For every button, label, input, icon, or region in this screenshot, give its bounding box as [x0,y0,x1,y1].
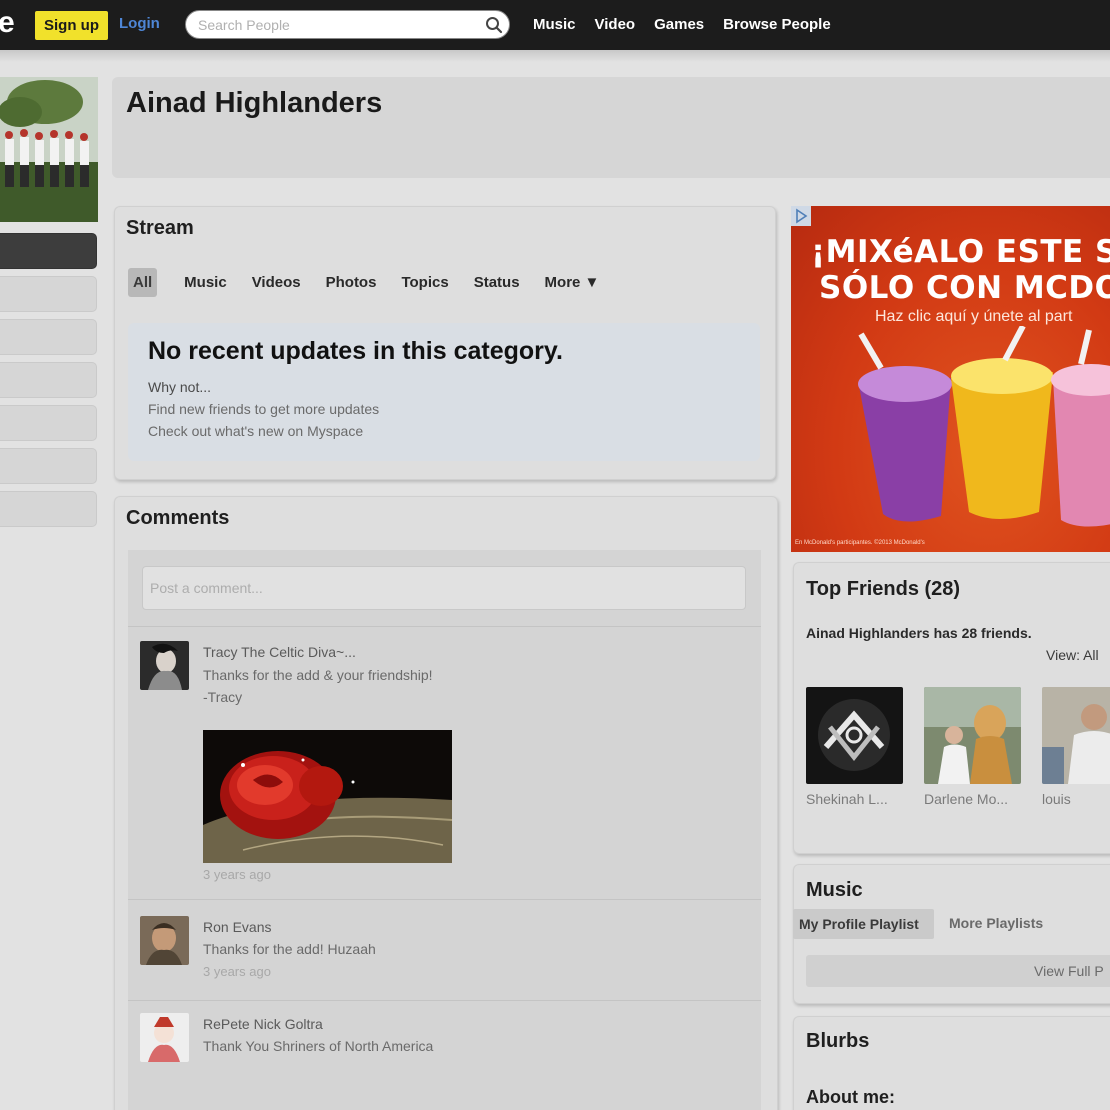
friend-thumbnail[interactable] [806,687,903,784]
friend-name[interactable]: Shekinah L... [806,791,888,807]
about-me-label: About me: [806,1087,895,1107]
stream-empty-state: No recent updates in this category. Why … [128,323,760,461]
view-full-player-bar[interactable]: View Full P [806,955,1110,987]
ad-subline: Haz clic aquí y únete al part [875,308,1073,325]
comments-title: Comments [126,507,230,529]
tab-status[interactable]: Status [470,268,524,297]
search-box [185,10,510,39]
left-nav-item[interactable] [0,319,97,355]
search-people-input[interactable] [198,16,468,34]
comment-text: -Tracy [203,689,243,705]
comment-author[interactable]: RePete Nick Goltra [203,1016,323,1032]
mcdonalds-advertisement[interactable]: ¡MIXéALO ESTE SUM SÓLO CON MCDONAL Haz c… [791,206,1110,552]
friend-name[interactable]: louis [1042,791,1071,807]
view-full-player-link[interactable]: View Full P [1034,963,1104,979]
comment-text: Thanks for the add & your friendship! [203,667,433,683]
left-nav-item[interactable] [0,405,97,441]
nav-games-link[interactable]: Games [654,16,704,33]
blurbs-title: Blurbs [806,1030,870,1052]
comment-timestamp: 3 years ago [203,964,271,979]
profile-name: Ainad Highlanders [126,87,383,119]
comment-divider [128,899,761,900]
nav-music-link[interactable]: Music [533,16,576,33]
nav-video-link[interactable]: Video [595,16,636,33]
tab-videos[interactable]: Videos [248,268,305,297]
tab-more-playlists[interactable]: More Playlists [949,915,1043,931]
ad-headline: SÓLO CON MCDONAL [819,270,1110,306]
ad-headline: ¡MIXéALO ESTE SUM [811,234,1110,270]
comment-rose-image[interactable] [203,730,452,863]
profile-header: Ainad Highlanders [112,77,1110,178]
left-nav-item[interactable] [0,491,97,527]
whats-new-link[interactable]: Check out what's new on Myspace [148,423,363,439]
top-friends-title[interactable]: Top Friends (28) [806,578,960,601]
left-nav-item-active[interactable] [0,233,97,269]
comment-divider [128,1000,761,1001]
stream-title: Stream [126,217,194,239]
left-nav-item[interactable] [0,362,97,398]
adchoices-icon[interactable] [791,206,811,226]
friends-count-summary: Ainad Highlanders has 28 friends. [806,625,1032,641]
friend-thumbnail[interactable] [1042,687,1110,784]
friend-thumbnail[interactable] [924,687,1021,784]
friend-name[interactable]: Darlene Mo... [924,791,1008,807]
tab-topics[interactable]: Topics [397,268,452,297]
ad-fine-print: En McDonald's participantes. ©2013 McDon… [795,540,925,546]
comment-text: Thanks for the add! Huzaah [203,941,376,957]
comment-divider [128,626,761,627]
main-nav: Music Video Games Browse People [533,16,850,33]
commenter-avatar[interactable] [140,1013,189,1062]
comment-text: Thank You Shriners of North America [203,1038,434,1054]
left-nav-item[interactable] [0,448,97,484]
search-icon[interactable] [485,16,503,34]
topbar-shadow [0,50,1110,62]
tab-all[interactable]: All [128,268,158,297]
commenter-avatar[interactable] [140,916,189,965]
tab-more-dropdown[interactable]: More ▼ [541,268,604,297]
stream-filter-tabs: All Music Videos Photos Topics Status Mo… [128,268,620,297]
site-logo[interactable]: e [0,6,15,40]
commenter-avatar[interactable] [140,641,189,690]
nav-browse-people-link[interactable]: Browse People [723,16,831,33]
smoothie-cups-image [858,326,1110,527]
empty-state-title: No recent updates in this category. [148,337,563,365]
empty-state-prompt: Why not... [148,379,212,395]
tab-my-profile-playlist[interactable]: My Profile Playlist [793,909,934,939]
find-friends-link[interactable]: Find new friends to get more updates [148,401,379,417]
left-nav-item[interactable] [0,276,97,312]
comment-author[interactable]: Ron Evans [203,919,271,935]
tab-music[interactable]: Music [180,268,231,297]
top-navigation-bar: e Sign up Login Music Video Games Browse… [0,0,1110,50]
music-title: Music [806,879,863,901]
profile-photo[interactable] [0,77,98,222]
comment-timestamp: 3 years ago [203,867,271,882]
view-all-friends-link[interactable]: View: All [1046,647,1099,663]
post-comment-input[interactable] [142,566,746,610]
sign-up-button[interactable]: Sign up [35,11,108,40]
tab-photos[interactable]: Photos [322,268,381,297]
comment-author[interactable]: Tracy The Celtic Diva~... [203,644,356,660]
login-link[interactable]: Login [119,15,160,32]
